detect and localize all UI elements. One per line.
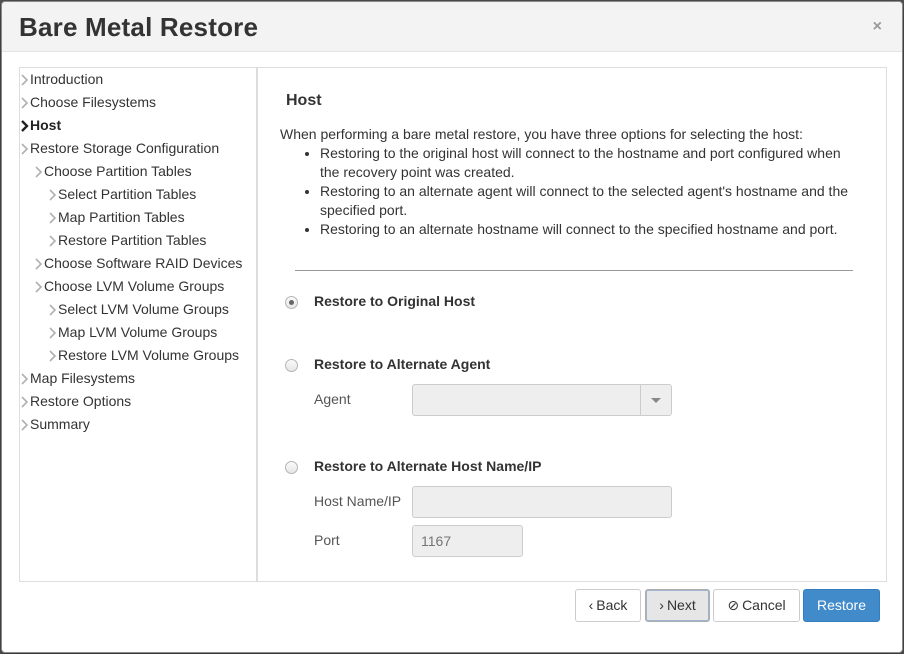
original-host-radio[interactable] <box>285 296 298 309</box>
wizard-step-label: Summary <box>30 416 90 432</box>
next-button[interactable]: › Next <box>645 589 710 622</box>
wizard-step[interactable]: Choose Software RAID Devices <box>20 254 256 277</box>
intro-text: When performing a bare metal restore, yo… <box>280 126 803 142</box>
chevron-right-icon <box>21 97 29 109</box>
wizard-step[interactable]: Restore Options <box>20 392 256 415</box>
wizard-step[interactable]: Map Partition Tables <box>20 208 256 231</box>
dialog-header: Bare Metal Restore × <box>2 2 902 52</box>
agent-field-label: Agent <box>314 391 351 407</box>
chevron-right-icon <box>49 189 57 201</box>
hostname-input[interactable] <box>412 486 672 518</box>
chevron-right-icon <box>21 74 29 86</box>
host-description: When performing a bare metal restore, yo… <box>280 125 860 239</box>
ban-icon: ⊘ <box>727 597 740 613</box>
chevron-right-icon <box>21 143 29 155</box>
restore-label: Restore <box>816 597 867 613</box>
list-item: Restoring to the original host will conn… <box>320 144 860 182</box>
select-separator <box>640 385 641 415</box>
divider <box>295 270 853 271</box>
options-list: Restoring to the original host will conn… <box>280 144 860 239</box>
wizard-step-label: Restore Partition Tables <box>58 232 207 248</box>
chevron-right-icon <box>49 304 57 316</box>
chevron-right-icon <box>49 212 57 224</box>
chevron-right-icon <box>49 350 57 362</box>
cancel-label: Cancel <box>742 597 786 613</box>
wizard-step[interactable]: Map Filesystems <box>20 369 256 392</box>
chevron-right-icon: › <box>659 597 664 613</box>
wizard-step-label: Select Partition Tables <box>58 186 197 202</box>
wizard-step-label: Restore Options <box>30 393 132 409</box>
wizard-step[interactable]: Choose Partition Tables <box>20 162 256 185</box>
wizard-step-label: Choose Software RAID Devices <box>44 255 243 271</box>
chevron-down-icon[interactable] <box>651 398 661 403</box>
wizard-step[interactable]: Restore Partition Tables <box>20 231 256 254</box>
wizard-step-label: Introduction <box>30 71 104 87</box>
next-label: Next <box>666 597 696 613</box>
dialog-title: Bare Metal Restore <box>19 12 259 42</box>
section-title: Host <box>286 92 322 109</box>
chevron-right-icon <box>21 419 29 431</box>
hostname-field-label: Host Name/IP <box>314 493 402 509</box>
wizard-step[interactable]: Introduction <box>20 70 256 93</box>
chevron-left-icon: ‹ <box>588 597 594 613</box>
agent-select[interactable] <box>412 384 672 416</box>
wizard-step-label: Choose Filesystems <box>30 94 157 110</box>
wizard-step-label: Choose Partition Tables <box>44 163 192 179</box>
alternate-agent-radio[interactable] <box>285 359 298 372</box>
original-host-label[interactable]: Restore to Original Host <box>314 293 475 309</box>
chevron-right-icon <box>21 396 29 408</box>
chevron-right-icon <box>35 166 43 178</box>
close-icon[interactable]: × <box>873 18 882 36</box>
alternate-hostname-radio[interactable] <box>285 461 298 474</box>
chevron-right-icon <box>49 327 57 339</box>
list-item: Restoring to an alternate hostname will … <box>320 220 860 239</box>
back-button[interactable]: ‹ Back <box>575 589 641 622</box>
wizard-step[interactable]: Choose LVM Volume Groups <box>20 277 256 300</box>
back-label: Back <box>596 597 628 613</box>
chevron-right-icon <box>35 281 43 293</box>
wizard-step[interactable]: Host <box>20 116 256 139</box>
wizard-step[interactable]: Restore LVM Volume Groups <box>20 346 256 369</box>
chevron-right-icon <box>35 258 43 270</box>
wizard-step-label: Map Partition Tables <box>58 209 185 225</box>
wizard-step[interactable]: Select Partition Tables <box>20 185 256 208</box>
wizard-step-label: Map Filesystems <box>30 370 136 386</box>
alternate-hostname-label[interactable]: Restore to Alternate Host Name/IP <box>314 458 541 474</box>
wizard-step-label: Choose LVM Volume Groups <box>44 278 225 294</box>
wizard-step-label: Restore LVM Volume Groups <box>58 347 240 363</box>
bare-metal-restore-dialog: Bare Metal Restore × Introduction Choose … <box>1 1 903 653</box>
wizard-step[interactable]: Restore Storage Configuration <box>20 139 256 162</box>
wizard-step[interactable]: Select LVM Volume Groups <box>20 300 256 323</box>
wizard-step-label: Select LVM Volume Groups <box>58 301 229 317</box>
port-field-label: Port <box>314 532 340 548</box>
wizard-step-label: Map LVM Volume Groups <box>58 324 218 340</box>
host-step-panel: Host When performing a bare metal restor… <box>260 68 886 581</box>
chevron-right-icon <box>21 373 29 385</box>
wizard-step-label: Host <box>30 117 62 133</box>
wizard-content: Introduction Choose Filesystems Host Restor… <box>19 67 887 582</box>
wizard-steps-nav: Introduction Choose Filesystems Host Restor… <box>20 68 258 581</box>
list-item: Restoring to an alternate agent will con… <box>320 182 860 220</box>
alternate-agent-label[interactable]: Restore to Alternate Agent <box>314 356 490 372</box>
chevron-right-icon <box>21 120 29 132</box>
restore-button[interactable]: Restore <box>803 589 880 622</box>
port-input[interactable] <box>412 525 523 557</box>
cancel-button[interactable]: ⊘ Cancel <box>713 589 800 622</box>
wizard-step[interactable]: Summary <box>20 415 256 438</box>
wizard-step[interactable]: Choose Filesystems <box>20 93 256 116</box>
chevron-right-icon <box>49 235 57 247</box>
wizard-step[interactable]: Map LVM Volume Groups <box>20 323 256 346</box>
wizard-step-label: Restore Storage Configuration <box>30 140 220 156</box>
